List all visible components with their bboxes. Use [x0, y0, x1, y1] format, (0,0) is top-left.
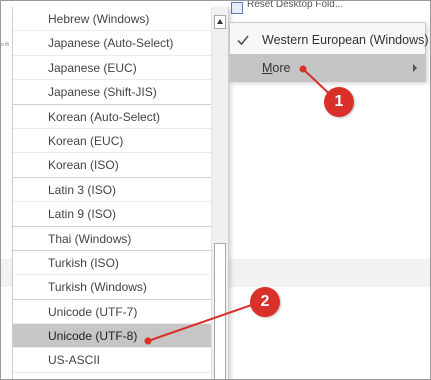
menu-item-western-european-windows[interactable]: Western European (Windows) — [230, 26, 429, 54]
access-key: M — [262, 61, 273, 75]
encoding-item-hebrew-windows[interactable]: Hebrew (Windows) — [13, 7, 211, 32]
encoding-item-japanese-shift-jis[interactable]: Japanese (Shift-JIS) — [13, 80, 211, 105]
encoding-item-korean-auto[interactable]: Korean (Auto-Select) — [13, 105, 211, 129]
encoding-item-us-ascii[interactable]: US-ASCII — [13, 348, 211, 373]
checkmark-icon — [237, 35, 249, 46]
folder-icon — [231, 2, 243, 14]
scroll-up-arrow-icon[interactable] — [214, 15, 226, 29]
encoding-item-latin3-iso[interactable]: Latin 3 (ISO) — [13, 178, 211, 203]
background-toolbar-label: Reset Desktop Fold... — [247, 0, 344, 10]
encoding-item-korean-iso[interactable]: Korean (ISO) — [13, 153, 211, 178]
encoding-item-japanese-auto[interactable]: Japanese (Auto-Select) — [13, 31, 211, 56]
encoding-list: Hebrew (Windows) Japanese (Auto-Select) … — [13, 7, 211, 373]
encoding-item-unicode-utf8[interactable]: Unicode (UTF-8) — [13, 324, 211, 349]
encoding-item-unicode-utf7[interactable]: Unicode (UTF-7) — [13, 300, 211, 325]
encoding-menu: Western European (Windows) More — [229, 22, 429, 82]
encoding-item-turkish-windows[interactable]: Turkish (Windows) — [13, 275, 211, 300]
submenu-arrow-icon — [413, 64, 417, 72]
scrollbar-thumb[interactable] — [214, 243, 226, 379]
menu-item-label: More — [262, 54, 291, 82]
encoding-item-japanese-euc[interactable]: Japanese (EUC) — [13, 56, 211, 81]
background-edge-text: o th — [1, 42, 10, 48]
encoding-item-latin9-iso[interactable]: Latin 9 (ISO) — [13, 202, 211, 227]
callout-2-badge: 2 — [250, 287, 280, 317]
callout-1-badge: 1 — [324, 87, 354, 117]
menu-item-more[interactable]: More — [230, 54, 425, 82]
menu-item-label: Western European (Windows) — [262, 33, 429, 47]
background-toolbar: Reset Desktop Fold... — [231, 1, 343, 15]
encoding-item-turkish-iso[interactable]: Turkish (ISO) — [13, 251, 211, 276]
encoding-item-thai-windows[interactable]: Thai (Windows) — [13, 227, 211, 251]
menu-item-label-rest: ore — [272, 61, 291, 75]
submenu-scrollbar[interactable] — [211, 7, 228, 379]
encoding-item-korean-euc[interactable]: Korean (EUC) — [13, 129, 211, 154]
more-encodings-submenu: Hebrew (Windows) Japanese (Auto-Select) … — [12, 7, 229, 379]
screenshot-frame: o th Reset Desktop Fold... Hebrew (Windo… — [0, 0, 431, 380]
